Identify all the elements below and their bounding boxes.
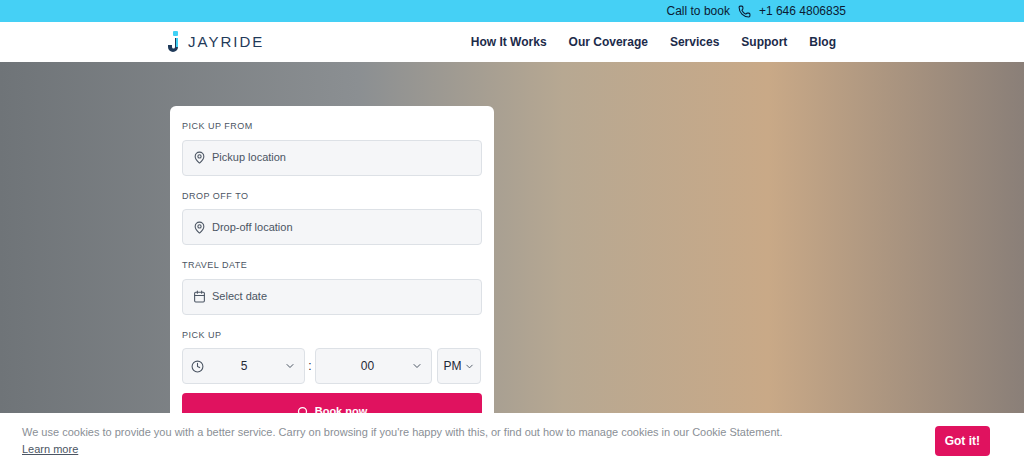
form-field: TRAVEL DATE Select date bbox=[182, 259, 482, 315]
hour-select[interactable]: 5 bbox=[182, 348, 305, 384]
nav-link[interactable]: How It Works bbox=[471, 33, 547, 51]
field-placeholder: Drop-off location bbox=[212, 219, 293, 236]
nav-bar: JAYRIDE How It Works Our Coverage Services S… bbox=[0, 22, 1024, 62]
top-bar: Call to book +1 646 4806835 bbox=[0, 0, 1024, 22]
period-select[interactable]: PM bbox=[437, 348, 481, 384]
time-row: 5:00 PM bbox=[182, 348, 482, 384]
nav-link[interactable]: Blog bbox=[809, 33, 836, 51]
page: Call to book +1 646 4806835 JAYRIDE How It … bbox=[0, 0, 1024, 468]
field-placeholder: Pickup location bbox=[212, 149, 286, 166]
field-input[interactable]: Drop-off location bbox=[182, 209, 482, 245]
cookie-banner: We use cookies to provide you with a bet… bbox=[0, 413, 1024, 468]
nav-link[interactable]: Services bbox=[670, 33, 719, 51]
nav-link[interactable]: Support bbox=[741, 33, 787, 51]
chevron-down-icon bbox=[284, 360, 296, 372]
field-input[interactable]: Pickup location bbox=[182, 140, 482, 176]
field-label: TRAVEL DATE bbox=[182, 259, 482, 273]
form-field: PICK UP FROM Pickup location bbox=[182, 120, 482, 176]
calendar-icon bbox=[193, 290, 206, 303]
pin-icon bbox=[193, 221, 206, 234]
cookie-message: We use cookies to provide you with a bet… bbox=[22, 424, 819, 457]
clock-icon bbox=[191, 360, 204, 373]
form-field: DROP OFF TO Drop-off location bbox=[182, 190, 482, 246]
logo[interactable]: JAYRIDE bbox=[168, 31, 264, 54]
chevron-down-icon bbox=[464, 361, 475, 372]
field-label: PICK UP FROM bbox=[182, 120, 482, 134]
hero: PICK UP FROM Pickup location DROP OFF TO Dr… bbox=[0, 62, 1024, 468]
field-label: PICK UP bbox=[182, 329, 482, 343]
phone-icon bbox=[738, 5, 751, 18]
field-input[interactable]: Select date bbox=[182, 279, 482, 315]
learn-more-link[interactable]: Learn more bbox=[22, 443, 78, 455]
call-to-book-text: Call to book bbox=[667, 2, 730, 20]
time-separator: : bbox=[305, 357, 315, 375]
cookie-text: We use cookies to provide you with a bet… bbox=[22, 426, 783, 438]
pin-icon bbox=[193, 151, 206, 164]
got-it-button[interactable]: Got it! bbox=[935, 426, 990, 456]
chevron-down-icon bbox=[411, 360, 423, 372]
phone-number[interactable]: +1 646 4806835 bbox=[759, 2, 846, 20]
booking-card: PICK UP FROM Pickup location DROP OFF TO Dr… bbox=[170, 106, 494, 446]
field-label: DROP OFF TO bbox=[182, 190, 482, 204]
logo-text: JAYRIDE bbox=[188, 31, 264, 54]
field-placeholder: Select date bbox=[212, 288, 267, 305]
nav-link[interactable]: Our Coverage bbox=[569, 33, 648, 51]
logo-icon bbox=[168, 31, 182, 53]
hour-value: 5 bbox=[204, 357, 284, 375]
minute-value: 00 bbox=[324, 357, 411, 375]
minute-select[interactable]: 00 bbox=[315, 348, 432, 384]
nav-links: How It Works Our Coverage Services Support B… bbox=[471, 33, 836, 51]
period-value: PM bbox=[444, 357, 462, 375]
